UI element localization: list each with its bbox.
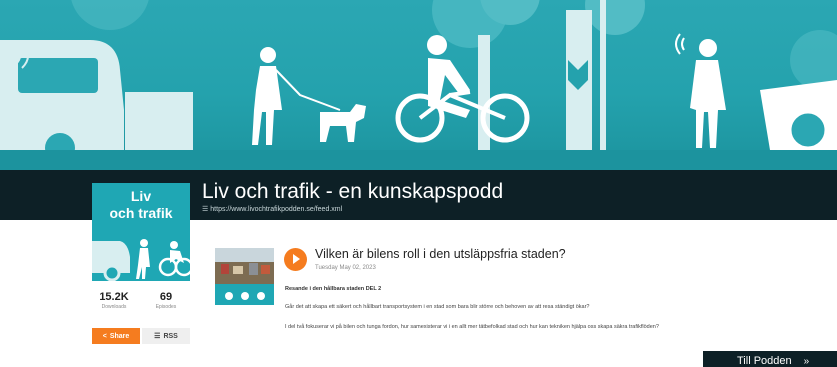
chevron-right-icon: » — [803, 355, 810, 367]
episodes-label: Episodes — [155, 304, 177, 310]
cover-illustration — [92, 239, 190, 281]
episodes-stat: 69 Episodes — [143, 291, 189, 310]
downloads-label: Downloads — [101, 304, 127, 310]
feed-url[interactable]: ☰ https://www.livochtrafikpodden.se/feed.… — [202, 205, 342, 213]
episode-description-1: Går det att skapa ett säkert och hållbar… — [285, 304, 590, 310]
share-button[interactable]: < Share — [92, 328, 140, 344]
downloads-stat: 15.2K Downloads — [91, 291, 137, 310]
cover-title-line1: Liv — [130, 188, 152, 204]
till-podden-label: Till Podden — [737, 355, 792, 367]
play-button[interactable] — [284, 248, 307, 271]
podcast-cover[interactable]: Liv och trafik — [92, 183, 190, 281]
episode-thumbnail[interactable] — [215, 248, 274, 305]
rss-icon: ☰ — [154, 333, 161, 340]
episode-thumbnail-image — [215, 248, 274, 305]
till-podden-button[interactable]: Till Podden » — [703, 351, 837, 367]
share-label: Share — [109, 332, 130, 340]
podcast-title: Liv och trafik - en kunskapspodd — [202, 180, 504, 203]
rss-label: RSS — [163, 332, 178, 340]
rss-icon: ☰ — [202, 206, 209, 213]
episode-date: Tuesday May 02, 2023 — [315, 265, 376, 271]
downloads-value: 15.2K — [99, 291, 129, 303]
banner-illustration — [0, 0, 837, 170]
feed-url-text: https://www.livochtrafikpodden.se/feed.x… — [210, 206, 343, 213]
cover-title-line2: och trafik — [109, 205, 173, 221]
episode-title[interactable]: Vilken är bilens roll i den utsläppsfria… — [315, 247, 566, 261]
share-icon: < — [102, 332, 107, 340]
hero-banner — [0, 0, 837, 170]
rss-button[interactable]: ☰ RSS — [142, 328, 190, 344]
episode-description-2: I del två fokuserar vi på bilen och tung… — [285, 324, 659, 330]
episode-subtitle: Resande i den hållbara staden DEL 2 — [285, 286, 382, 292]
episodes-value: 69 — [159, 291, 173, 303]
